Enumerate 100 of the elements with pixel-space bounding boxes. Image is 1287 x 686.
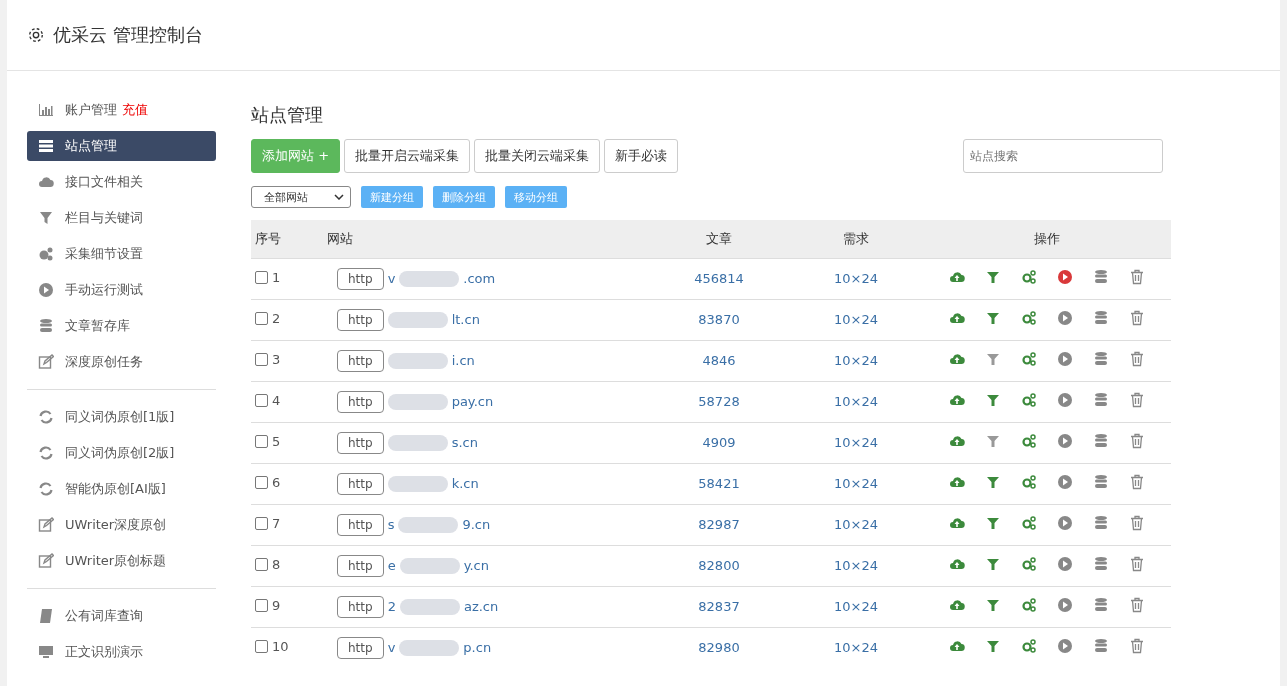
toolbar-button[interactable]: 批量关闭云端采集 (474, 139, 601, 173)
play-icon[interactable] (1056, 515, 1073, 531)
database-icon[interactable] (1092, 351, 1109, 367)
play-icon[interactable] (1056, 351, 1073, 367)
trash-icon[interactable] (1128, 556, 1145, 572)
article-count[interactable]: 82800 (698, 558, 740, 573)
sidebar-item[interactable]: 智能伪原创[AI版] (27, 474, 216, 504)
play-icon[interactable] (1056, 269, 1073, 285)
trash-icon[interactable] (1128, 597, 1145, 613)
filter-icon[interactable] (984, 638, 1001, 654)
play-icon[interactable] (1056, 474, 1073, 490)
database-icon[interactable] (1092, 310, 1109, 326)
trash-icon[interactable] (1128, 269, 1145, 285)
row-checkbox[interactable] (255, 640, 268, 653)
article-count[interactable]: 82987 (698, 517, 740, 532)
play-icon[interactable] (1056, 310, 1073, 326)
row-checkbox[interactable] (255, 558, 268, 571)
site-filter-dropdown[interactable]: 全部网站 (251, 186, 351, 208)
demand-value[interactable]: 10×24 (834, 394, 878, 409)
database-icon[interactable] (1092, 392, 1109, 408)
trash-icon[interactable] (1128, 310, 1145, 326)
article-count[interactable]: 4909 (702, 435, 736, 450)
demand-value[interactable]: 10×24 (834, 476, 878, 491)
row-checkbox[interactable] (255, 312, 268, 325)
sidebar-item[interactable]: 账户管理 充值 (27, 95, 216, 125)
database-icon[interactable] (1092, 474, 1109, 490)
play-icon[interactable] (1056, 433, 1073, 449)
row-checkbox[interactable] (255, 271, 268, 284)
sidebar-item[interactable]: 采集细节设置 (27, 239, 216, 269)
database-icon[interactable] (1092, 433, 1109, 449)
trash-icon[interactable] (1128, 433, 1145, 449)
article-count[interactable]: 58421 (698, 476, 740, 491)
toolbar-button[interactable]: 批量开启云端采集 (344, 139, 471, 173)
cloud-upload-icon[interactable] (948, 351, 965, 367)
search-field[interactable]: 站点搜索 (963, 139, 1163, 173)
sidebar-item[interactable]: 公有词库查询 (27, 601, 216, 631)
database-icon[interactable] (1092, 515, 1109, 531)
play-icon[interactable] (1056, 392, 1073, 408)
demand-value[interactable]: 10×24 (834, 353, 878, 368)
trash-icon[interactable] (1128, 474, 1145, 490)
row-checkbox[interactable] (255, 599, 268, 612)
demand-value[interactable]: 10×24 (834, 517, 878, 532)
row-checkbox[interactable] (255, 435, 268, 448)
filter-icon[interactable] (984, 433, 1001, 449)
sidebar-item[interactable]: UWriter原创标题 (27, 546, 216, 576)
cloud-upload-icon[interactable] (948, 269, 965, 285)
sidebar-item[interactable]: UWriter深度原创 (27, 510, 216, 540)
play-icon[interactable] (1056, 597, 1073, 613)
sidebar-item[interactable]: 深度原创任务 (27, 347, 216, 377)
filter-icon[interactable] (984, 269, 1001, 285)
row-checkbox[interactable] (255, 353, 268, 366)
demand-value[interactable]: 10×24 (834, 599, 878, 614)
cloud-upload-icon[interactable] (948, 474, 965, 490)
cloud-upload-icon[interactable] (948, 433, 965, 449)
database-icon[interactable] (1092, 638, 1109, 654)
sidebar-item[interactable]: 站点管理 (27, 131, 216, 161)
cloud-upload-icon[interactable] (948, 638, 965, 654)
trash-icon[interactable] (1128, 638, 1145, 654)
demand-value[interactable]: 10×24 (834, 271, 878, 286)
play-icon[interactable] (1056, 638, 1073, 654)
trash-icon[interactable] (1128, 392, 1145, 408)
article-count[interactable]: 83870 (698, 312, 740, 327)
sidebar-item[interactable]: 栏目与关键词 (27, 203, 216, 233)
cloud-upload-icon[interactable] (948, 392, 965, 408)
filter-icon[interactable] (984, 392, 1001, 408)
cloud-upload-icon[interactable] (948, 310, 965, 326)
filter-icon[interactable] (984, 515, 1001, 531)
row-checkbox[interactable] (255, 476, 268, 489)
filter-icon[interactable] (984, 310, 1001, 326)
sidebar-item[interactable]: 手动运行测试 (27, 275, 216, 305)
filter-icon[interactable] (984, 474, 1001, 490)
filter-icon[interactable] (984, 556, 1001, 572)
article-count[interactable]: 82837 (698, 599, 740, 614)
play-icon[interactable] (1056, 556, 1073, 572)
trash-icon[interactable] (1128, 351, 1145, 367)
toolbar-button[interactable]: 新手必读 (604, 139, 679, 173)
demand-value[interactable]: 10×24 (834, 312, 878, 327)
cloud-upload-icon[interactable] (948, 597, 965, 613)
article-count[interactable]: 58728 (698, 394, 740, 409)
demand-value[interactable]: 10×24 (834, 640, 878, 655)
row-checkbox[interactable] (255, 517, 268, 530)
cloud-upload-icon[interactable] (948, 556, 965, 572)
database-icon[interactable] (1092, 269, 1109, 285)
row-checkbox[interactable] (255, 394, 268, 407)
database-icon[interactable] (1092, 597, 1109, 613)
cloud-upload-icon[interactable] (948, 515, 965, 531)
sidebar-item[interactable]: 同义词伪原创[2版] (27, 438, 216, 468)
sidebar-item[interactable]: 同义词伪原创[1版] (27, 402, 216, 432)
sidebar-item[interactable]: 接口文件相关 (27, 167, 216, 197)
demand-value[interactable]: 10×24 (834, 558, 878, 573)
article-count[interactable]: 4846 (702, 353, 736, 368)
trash-icon[interactable] (1128, 515, 1145, 531)
article-count[interactable]: 456814 (694, 271, 744, 286)
demand-value[interactable]: 10×24 (834, 435, 878, 450)
database-icon[interactable] (1092, 556, 1109, 572)
filter-icon[interactable] (984, 597, 1001, 613)
filter-icon[interactable] (984, 351, 1001, 367)
sidebar-item[interactable]: 正文识别演示 (27, 637, 216, 667)
article-count[interactable]: 82980 (698, 640, 740, 655)
sidebar-item[interactable]: 文章暂存库 (27, 311, 216, 341)
